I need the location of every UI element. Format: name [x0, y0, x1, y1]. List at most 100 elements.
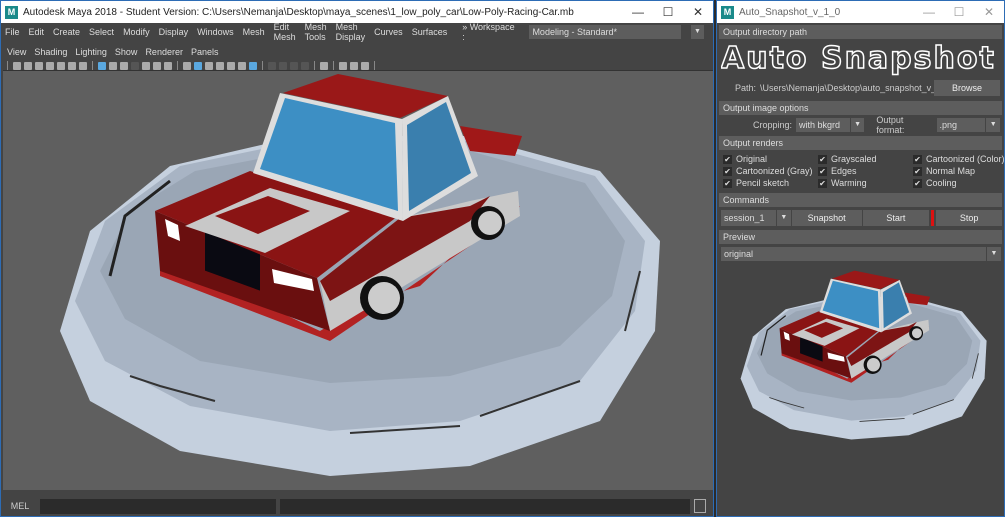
- anti-aliasing-icon[interactable]: [290, 62, 298, 70]
- panel-menu-panels[interactable]: Panels: [191, 47, 219, 57]
- section-commands[interactable]: Commands: [719, 193, 1002, 207]
- ambient-occlusion-icon[interactable]: [268, 62, 276, 70]
- single-view-icon[interactable]: [339, 62, 347, 70]
- menu-display[interactable]: Display: [159, 27, 189, 37]
- xray-icon[interactable]: [227, 62, 235, 70]
- command-line: MEL: [0, 496, 712, 516]
- panel-menu-shading[interactable]: Shading: [34, 47, 67, 57]
- chevron-down-icon[interactable]: ▼: [986, 118, 1001, 132]
- path-field[interactable]: \Users\Nemanja\Desktop\auto_snapshot_v_1…: [760, 83, 951, 93]
- resolution-gate-icon[interactable]: [120, 62, 128, 70]
- auto-snapshot-logo: Auto Snapshot: [721, 41, 996, 77]
- cropping-label: Cropping:: [753, 120, 793, 130]
- menu-edit[interactable]: Edit: [29, 27, 45, 37]
- format-dropdown[interactable]: .png: [936, 118, 986, 132]
- panel-menu-lighting[interactable]: Lighting: [75, 47, 107, 57]
- safe-title-icon[interactable]: [164, 62, 172, 70]
- chevron-down-icon[interactable]: ▼: [850, 118, 865, 132]
- browse-button[interactable]: Browse: [934, 80, 1000, 96]
- maya-logo-icon: M: [721, 5, 734, 19]
- preview-image: [739, 270, 988, 441]
- menu-select[interactable]: Select: [89, 27, 114, 37]
- checkbox-pencil-sketch[interactable]: ✔ Pencil sketch: [723, 177, 818, 189]
- motion-blur-icon[interactable]: [279, 62, 287, 70]
- menu-windows[interactable]: Windows: [197, 27, 234, 37]
- section-output-renders[interactable]: Output renders: [719, 136, 1002, 150]
- close-button[interactable]: ✕: [683, 5, 713, 19]
- menu-mesh-display[interactable]: Mesh Display: [336, 22, 366, 42]
- section-preview[interactable]: Preview: [719, 230, 1002, 244]
- session-dropdown[interactable]: session_1: [721, 209, 776, 226]
- script-editor-icon[interactable]: [694, 499, 706, 513]
- checkbox-normal-map[interactable]: ✔ Normal Map: [913, 165, 1005, 177]
- grease-pencil-icon[interactable]: [79, 62, 87, 70]
- shadows-icon[interactable]: [249, 62, 257, 70]
- checkbox-cartoonized-color[interactable]: ✔ Cartoonized (Color): [913, 153, 1005, 165]
- default-material-icon[interactable]: [205, 62, 213, 70]
- section-image-options[interactable]: Output image options: [719, 101, 1002, 115]
- menu-modify[interactable]: Modify: [123, 27, 150, 37]
- minimize-button[interactable]: —: [914, 5, 944, 19]
- chevron-down-icon[interactable]: ▼: [776, 209, 791, 226]
- checkbox-cartoonized-gray[interactable]: ✔ Cartoonized (Gray): [723, 165, 818, 177]
- minimize-button[interactable]: —: [623, 5, 653, 19]
- field-chart-icon[interactable]: [142, 62, 150, 70]
- panel-menu-bar: View Shading Lighting Show Renderer Pane…: [1, 44, 713, 59]
- recording-indicator: [931, 209, 935, 226]
- depth-of-field-icon[interactable]: [301, 62, 309, 70]
- menu-file[interactable]: File: [5, 27, 20, 37]
- menu-surfaces[interactable]: Surfaces: [412, 27, 448, 37]
- camera-attributes-icon[interactable]: [24, 62, 32, 70]
- maya-title-bar: M Autodesk Maya 2018 - Student Version: …: [1, 1, 713, 23]
- panel-menu-show[interactable]: Show: [115, 47, 138, 57]
- start-button[interactable]: Start: [862, 209, 930, 226]
- film-gate-icon[interactable]: [109, 62, 117, 70]
- render-checkboxes: ✔ Original ✔ Grayscaled ✔ Cartoonized (Colo…: [723, 153, 1005, 189]
- maximize-button[interactable]: ☐: [944, 5, 974, 19]
- pivot-icon[interactable]: [68, 62, 76, 70]
- section-output-directory[interactable]: Output directory path: [719, 25, 1002, 39]
- fit-view-icon[interactable]: [361, 62, 369, 70]
- menu-curves[interactable]: Curves: [374, 27, 403, 37]
- 3d-viewport[interactable]: [3, 70, 713, 490]
- grid-icon[interactable]: [98, 62, 106, 70]
- command-input[interactable]: [40, 498, 276, 514]
- menu-create[interactable]: Create: [53, 27, 80, 37]
- stop-button[interactable]: Stop: [936, 209, 1002, 226]
- mel-label[interactable]: MEL: [0, 501, 40, 511]
- maya-window-title: Autodesk Maya 2018 - Student Version: C:…: [23, 6, 574, 18]
- bookmark-icon[interactable]: [46, 62, 54, 70]
- camera-icon[interactable]: [13, 62, 21, 70]
- checkbox-original[interactable]: ✔ Original: [723, 153, 818, 165]
- workspace-dropdown[interactable]: Modeling - Standard*: [529, 25, 681, 39]
- checkbox-grayscaled[interactable]: ✔ Grayscaled: [818, 153, 913, 165]
- camera-lock-icon[interactable]: [35, 62, 43, 70]
- gate-mask-icon[interactable]: [131, 62, 139, 70]
- image-plane-icon[interactable]: [57, 62, 65, 70]
- isolate-select-icon[interactable]: [320, 62, 328, 70]
- checkbox-edges[interactable]: ✔ Edges: [818, 165, 913, 177]
- menu-mesh-tools[interactable]: Mesh Tools: [305, 22, 327, 42]
- panel-menu-renderer[interactable]: Renderer: [145, 47, 183, 57]
- menu-edit-mesh[interactable]: Edit Mesh: [274, 22, 296, 42]
- wireframe-icon[interactable]: [183, 62, 191, 70]
- cropping-dropdown[interactable]: with bkgrd: [796, 118, 850, 132]
- maximize-button[interactable]: ☐: [653, 5, 683, 19]
- panel-menu-view[interactable]: View: [7, 47, 26, 57]
- checkbox-warming[interactable]: ✔ Warming: [818, 177, 913, 189]
- four-view-icon[interactable]: [350, 62, 358, 70]
- snapshot-title-bar: M Auto_Snapshot_v_1_0 — ☐ ✕: [717, 1, 1004, 23]
- close-button[interactable]: ✕: [974, 5, 1004, 19]
- safe-action-icon[interactable]: [153, 62, 161, 70]
- snapshot-window-title: Auto_Snapshot_v_1_0: [739, 6, 841, 18]
- maya-logo-icon: M: [5, 5, 18, 19]
- wireframe-on-shaded-icon[interactable]: [216, 62, 224, 70]
- snapshot-button[interactable]: Snapshot: [791, 209, 862, 226]
- chevron-down-icon[interactable]: ▼: [690, 25, 705, 39]
- smooth-shade-icon[interactable]: [194, 62, 202, 70]
- workspace-label: » Workspace :: [462, 22, 515, 42]
- menu-mesh[interactable]: Mesh: [243, 27, 265, 37]
- path-label: Path:: [735, 83, 757, 93]
- lights-icon[interactable]: [238, 62, 246, 70]
- checkbox-cooling[interactable]: ✔ Cooling: [913, 177, 1005, 189]
